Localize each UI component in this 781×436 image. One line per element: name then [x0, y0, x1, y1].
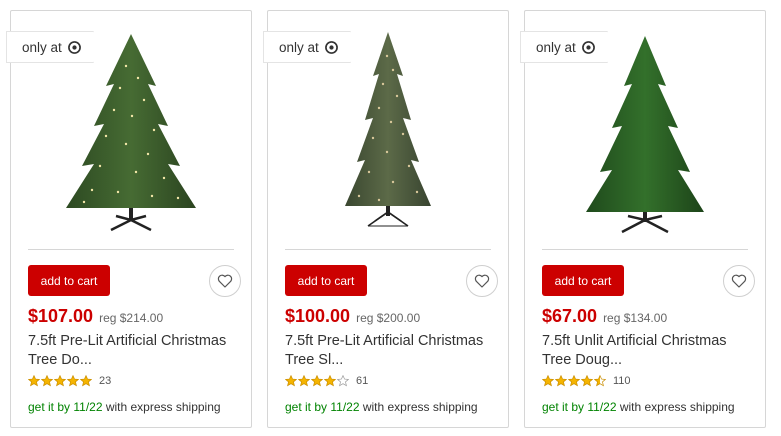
price: $67.00 [542, 306, 598, 326]
heart-icon [217, 274, 233, 288]
add-to-cart-button[interactable]: add to cart [28, 265, 110, 296]
target-logo-icon [67, 40, 81, 54]
divider [285, 249, 491, 250]
regular-price: reg $214.00 [99, 311, 164, 325]
star-icon [594, 375, 606, 387]
regular-price: reg $134.00 [603, 311, 668, 325]
product-card[interactable]: only at add to cart [263, 10, 509, 428]
shipping-info: get it by 11/22 with express shipping [285, 400, 478, 414]
add-to-cart-button[interactable]: add to cart [285, 265, 367, 296]
favorite-button[interactable] [466, 265, 498, 297]
star-icon [581, 375, 593, 387]
add-to-cart-button[interactable]: add to cart [542, 265, 624, 296]
price: $100.00 [285, 306, 351, 326]
product-title-line1: 7.5ft Pre-Lit Artificial Christmas [285, 333, 484, 349]
delivery-date: get it by 11/22 [28, 400, 103, 414]
divider [542, 249, 748, 250]
target-logo-icon [581, 40, 595, 54]
star-icon [80, 375, 92, 387]
star-rating [542, 375, 607, 387]
review-count: 110 [613, 375, 631, 387]
only-at-label: only at [279, 39, 319, 55]
star-icon [311, 375, 323, 387]
review-count: 23 [99, 375, 112, 387]
product-card[interactable]: only at add to cart $67.00 reg $134.00 7… [520, 10, 766, 428]
price-row: $100.00 reg $200.00 [285, 306, 420, 327]
shipping-method: with express shipping [359, 400, 478, 414]
only-at-label: only at [536, 39, 576, 55]
price-row: $67.00 reg $134.00 [542, 306, 667, 327]
star-icon [337, 375, 349, 387]
target-logo-icon [324, 40, 338, 54]
shipping-info: get it by 11/22 with express shipping [28, 400, 221, 414]
product-title-link[interactable]: 7.5ft Pre-Lit Artificial Christmas Tree … [285, 332, 499, 370]
delivery-date: get it by 11/22 [285, 400, 360, 414]
favorite-button[interactable] [209, 265, 241, 297]
shipping-method: with express shipping [102, 400, 221, 414]
star-icon [568, 375, 580, 387]
product-card[interactable]: only at add to cart [6, 10, 252, 428]
star-icon [298, 375, 310, 387]
only-at-label: only at [22, 39, 62, 55]
star-icon [54, 375, 66, 387]
star-icon [555, 375, 567, 387]
delivery-date: get it by 11/22 [542, 400, 617, 414]
product-title-link[interactable]: 7.5ft Pre-Lit Artificial Christmas Tree … [28, 332, 242, 370]
product-title-link[interactable]: 7.5ft Unlit Artificial Christmas Tree Do… [542, 332, 756, 370]
product-title-line2: Tree Do... [28, 352, 92, 368]
star-rating [285, 375, 350, 387]
favorite-button[interactable] [723, 265, 755, 297]
star-icon [324, 375, 336, 387]
heart-icon [731, 274, 747, 288]
star-icon [285, 375, 297, 387]
only-at-badge: only at [6, 31, 94, 63]
star-icon [41, 375, 53, 387]
product-title-line1: 7.5ft Unlit Artificial Christmas [542, 333, 727, 349]
only-at-badge: only at [520, 31, 608, 63]
price-row: $107.00 reg $214.00 [28, 306, 163, 327]
star-icon [542, 375, 554, 387]
price: $107.00 [28, 306, 94, 326]
star-rating [28, 375, 93, 387]
rating-row[interactable]: 61 [285, 375, 368, 387]
product-title-line2: Tree Doug... [542, 352, 623, 368]
only-at-badge: only at [263, 31, 351, 63]
star-icon [28, 375, 40, 387]
star-icon [67, 375, 79, 387]
review-count: 61 [356, 375, 369, 387]
rating-row[interactable]: 110 [542, 375, 631, 387]
product-title-line2: Tree Sl... [285, 352, 344, 368]
shipping-method: with express shipping [616, 400, 735, 414]
shipping-info: get it by 11/22 with express shipping [542, 400, 735, 414]
regular-price: reg $200.00 [356, 311, 421, 325]
heart-icon [474, 274, 490, 288]
product-title-line1: 7.5ft Pre-Lit Artificial Christmas [28, 333, 227, 349]
divider [28, 249, 234, 250]
rating-row[interactable]: 23 [28, 375, 111, 387]
